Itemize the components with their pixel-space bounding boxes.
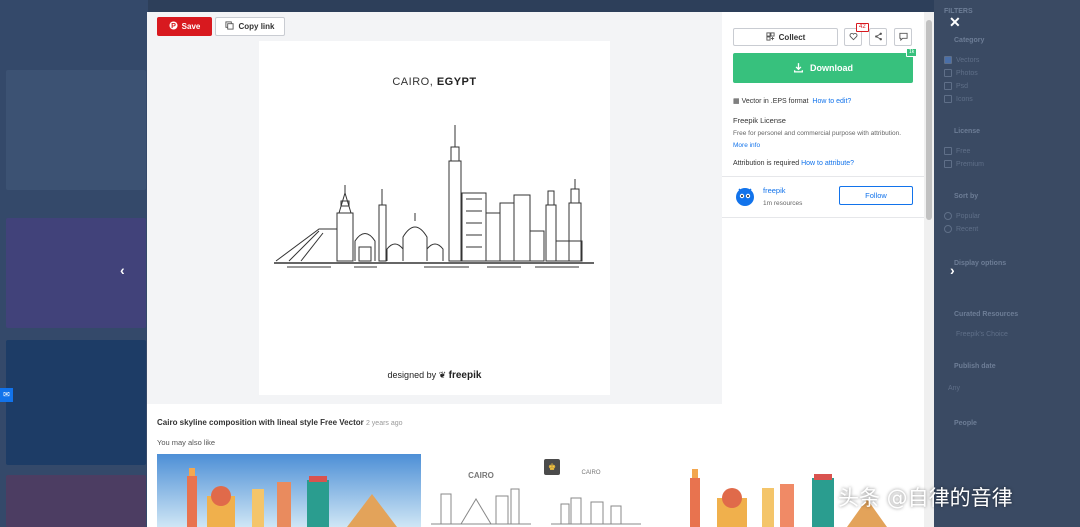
filter-option: Vectors xyxy=(956,57,980,64)
how-to-attribute-link[interactable]: How to attribute? xyxy=(801,160,854,167)
copy-icon xyxy=(225,21,235,32)
filter-option: Free xyxy=(956,148,971,155)
also-like-heading: You may also like xyxy=(157,438,216,447)
credit-prefix: designed by xyxy=(387,370,437,380)
filter-section: Sort by xyxy=(954,193,979,200)
background-tile xyxy=(6,70,146,190)
publish-select: Any xyxy=(948,385,961,392)
art-credit: designed by ❦ freepik xyxy=(387,370,482,381)
more-info-link[interactable]: More info xyxy=(733,142,760,149)
preview-area: P Save Copy link CAIRO, EGYPT designed b… xyxy=(147,12,722,404)
scrollbar[interactable] xyxy=(924,12,934,527)
filter-option: Photos xyxy=(956,70,978,77)
filter-option: Premium xyxy=(956,161,985,168)
checkbox xyxy=(944,160,952,168)
license-description: Free for personel and commercial purpose… xyxy=(733,130,901,137)
related-thumbnail[interactable] xyxy=(157,454,421,527)
copy-link-button[interactable]: Copy link xyxy=(215,17,285,36)
attribution-info: Attribution is required How to attribute… xyxy=(733,160,854,167)
filter-option: Icons xyxy=(956,96,973,103)
collect-button[interactable]: Collect xyxy=(733,28,838,46)
collect-label: Collect xyxy=(778,32,806,42)
divider xyxy=(722,176,924,177)
side-feedback-tab[interactable]: ✉ xyxy=(0,388,13,402)
svg-text:P: P xyxy=(171,21,176,30)
filter-section: License xyxy=(954,128,981,135)
copy-link-label: Copy link xyxy=(238,22,275,31)
divider xyxy=(722,217,924,218)
license-text: Free for personel and commercial purpose… xyxy=(733,128,903,152)
comment-icon xyxy=(898,28,908,46)
author-resources: 1m resources xyxy=(763,200,803,207)
close-icon[interactable]: ✕ xyxy=(949,14,961,31)
premium-crown-icon: ♚ xyxy=(544,459,560,475)
download-count-badge: 1k xyxy=(906,48,918,57)
filter-option: Freepik's Choice xyxy=(956,331,1008,338)
license-title: Freepik License xyxy=(733,116,786,125)
checkbox xyxy=(944,56,952,64)
resource-details: Cairo skyline composition with lineal st… xyxy=(147,404,924,527)
skyline-illustration xyxy=(274,125,594,268)
svg-text:CAIRO: CAIRO xyxy=(581,470,600,476)
next-arrow-icon[interactable]: › xyxy=(950,262,955,278)
how-to-edit-link[interactable]: How to edit? xyxy=(812,98,851,105)
filter-section: People xyxy=(954,420,977,427)
download-icon xyxy=(793,62,804,75)
radio xyxy=(944,212,952,220)
filter-section: Display options xyxy=(954,260,1007,267)
preview-image: CAIRO, EGYPT designed by ❦ freepik xyxy=(259,41,610,395)
filter-option: Recent xyxy=(956,226,979,233)
save-button[interactable]: P Save xyxy=(157,17,212,36)
scrollbar-thumb[interactable] xyxy=(926,20,932,220)
background-tile xyxy=(6,340,146,465)
download-panel: Collect 42 Download 1k ▦ Vector in .EPS … xyxy=(722,12,924,404)
download-button[interactable]: Download xyxy=(733,53,913,83)
credit-brand: freepik xyxy=(448,370,482,381)
filter-section: Curated Resources xyxy=(954,311,1019,318)
watermark: 头条 @自律的音律 xyxy=(838,486,1013,510)
background-results xyxy=(0,0,148,527)
follow-button[interactable]: Follow xyxy=(839,186,913,205)
checkbox xyxy=(944,147,952,155)
comment-button[interactable] xyxy=(894,28,912,46)
resource-title-text: Cairo skyline composition with lineal st… xyxy=(157,418,364,427)
checkbox xyxy=(944,82,952,90)
filter-section: Category xyxy=(954,37,985,44)
collection-icon xyxy=(766,31,775,43)
avatar[interactable] xyxy=(733,184,757,208)
resource-title: Cairo skyline composition with lineal st… xyxy=(157,418,403,427)
thumbnail-art xyxy=(157,454,421,527)
prev-arrow-icon[interactable]: ‹ xyxy=(120,262,125,278)
filter-section: Publish date xyxy=(954,363,996,370)
share-button[interactable] xyxy=(869,28,887,46)
background-tile xyxy=(6,218,146,328)
attribution-text: Attribution is required xyxy=(733,160,800,167)
download-label: Download xyxy=(810,63,853,73)
radio xyxy=(944,225,952,233)
filters-sidebar: FILTERS Category Vectors Photos Psd Icon… xyxy=(934,0,1080,527)
pinterest-icon: P xyxy=(169,21,178,32)
like-count: 42 xyxy=(856,23,869,32)
expand-icon: ▦ xyxy=(733,98,740,105)
resource-age: 2 years ago xyxy=(365,420,403,427)
share-icon xyxy=(874,28,883,46)
checkbox xyxy=(944,69,952,77)
checkbox xyxy=(944,95,952,103)
resource-modal: P Save Copy link CAIRO, EGYPT designed b… xyxy=(147,12,934,527)
filter-option: Psd xyxy=(956,83,969,90)
format-text: Vector in .EPS format xyxy=(741,98,809,105)
filter-option: Popular xyxy=(956,213,981,220)
svg-text:CAIRO: CAIRO xyxy=(468,471,494,480)
save-label: Save xyxy=(181,22,201,31)
format-info: ▦ Vector in .EPS format How to edit? xyxy=(733,97,851,105)
author-name[interactable]: freepik xyxy=(763,186,786,195)
background-tile xyxy=(6,475,146,527)
